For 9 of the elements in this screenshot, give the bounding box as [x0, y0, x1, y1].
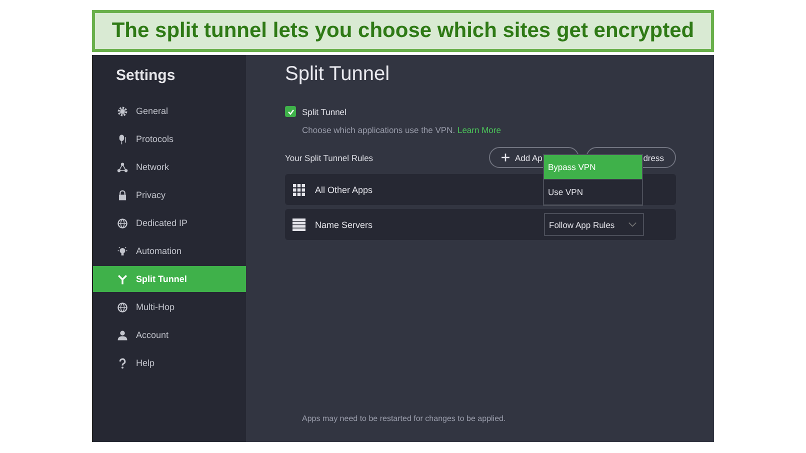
section-label: Your Split Tunnel Rules: [285, 152, 374, 162]
page-title: Split Tunnel: [285, 63, 391, 86]
rule-name: All Other Apps: [315, 184, 373, 194]
rule-name: Name Servers: [315, 220, 373, 230]
footer-note: Apps may need to be restarted for changes to be applied.: [301, 414, 507, 423]
caption-banner: The split tunnel lets you choose which sites get encrypted: [92, 10, 714, 52]
description-text: Choose which applications use the VPN. Learn More: [302, 125, 502, 135]
checkbox-label: Split Tunnel: [302, 106, 346, 116]
sidebar-title: Settings: [115, 66, 176, 86]
